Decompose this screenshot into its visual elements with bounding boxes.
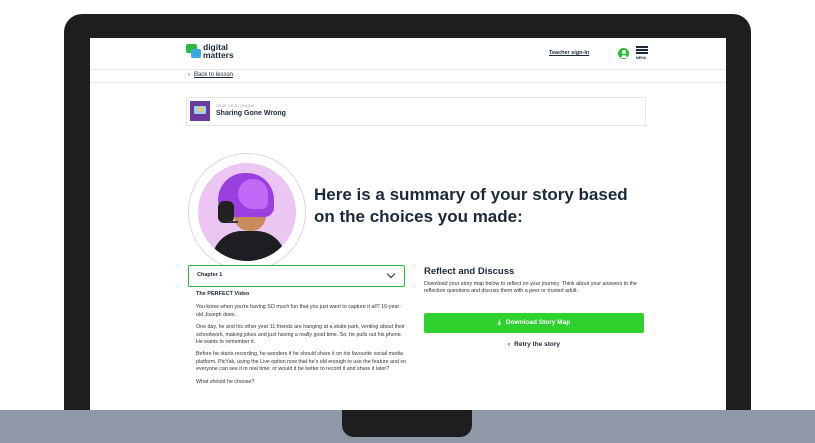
chapter-dropdown[interactable]: Chapter 1: [188, 265, 405, 287]
laptop-notch: [342, 410, 472, 437]
menu-button[interactable]: MENU: [636, 46, 648, 62]
logo-text: digital matters: [203, 43, 247, 60]
site-header: digital matters Teacher sign-in MENU: [90, 38, 726, 70]
back-arrow-icon: ‹: [188, 72, 190, 78]
story-thumbnail: [190, 101, 210, 121]
summary-headline: Here is a summary of your story based on…: [314, 185, 628, 226]
retry-label: Retry the story: [514, 341, 561, 348]
chapter-paragraph: You know when you're having SO much fun …: [196, 304, 401, 318]
browser-screen: digital matters Teacher sign-in MENU ‹ Ba…: [90, 38, 726, 410]
chevron-left-icon: ‹: [507, 341, 511, 348]
story-series-label: ONCE UPON ONLINE: [216, 104, 255, 108]
logo-speech-bubbles-icon: [186, 44, 201, 58]
chevron-down-icon: [386, 269, 396, 279]
user-account-icon[interactable]: [618, 48, 629, 59]
logo-word-matters: matters: [203, 50, 234, 60]
download-button-label: Download Story Map: [505, 319, 571, 326]
teacher-sign-in-link[interactable]: Teacher sign-in: [549, 50, 589, 56]
character-avatar: [188, 153, 306, 271]
reflect-description: Download your story map below to reflect…: [424, 281, 637, 295]
back-to-lesson-link[interactable]: ‹ Back to lesson: [188, 72, 233, 78]
retry-story-link[interactable]: ‹ Retry the story: [424, 341, 644, 348]
back-link-label: Back to lesson: [194, 72, 234, 78]
chapter-content: The PERFECT Video You know when you're h…: [196, 291, 406, 391]
download-story-map-button[interactable]: ⤓ Download Story Map: [424, 313, 644, 333]
menu-label: MENU: [636, 56, 647, 60]
chapter-paragraph: What should he choose?: [196, 378, 255, 385]
reflect-title: Reflect and Discuss: [424, 266, 515, 277]
divider: [90, 82, 726, 83]
chapter-heading: The PERFECT Video: [196, 291, 250, 297]
chapter-label: Chapter 1: [197, 272, 223, 278]
chapter-paragraph: Before he starts recording, he wonders i…: [196, 351, 406, 373]
download-icon: ⤓: [497, 319, 501, 326]
digital-matters-logo[interactable]: digital matters: [186, 43, 246, 65]
story-card: ONCE UPON ONLINE Sharing Gone Wrong: [186, 97, 646, 126]
story-title: Sharing Gone Wrong: [216, 110, 286, 117]
chapter-paragraph: One day, he and his other year 11 friend…: [196, 324, 405, 346]
